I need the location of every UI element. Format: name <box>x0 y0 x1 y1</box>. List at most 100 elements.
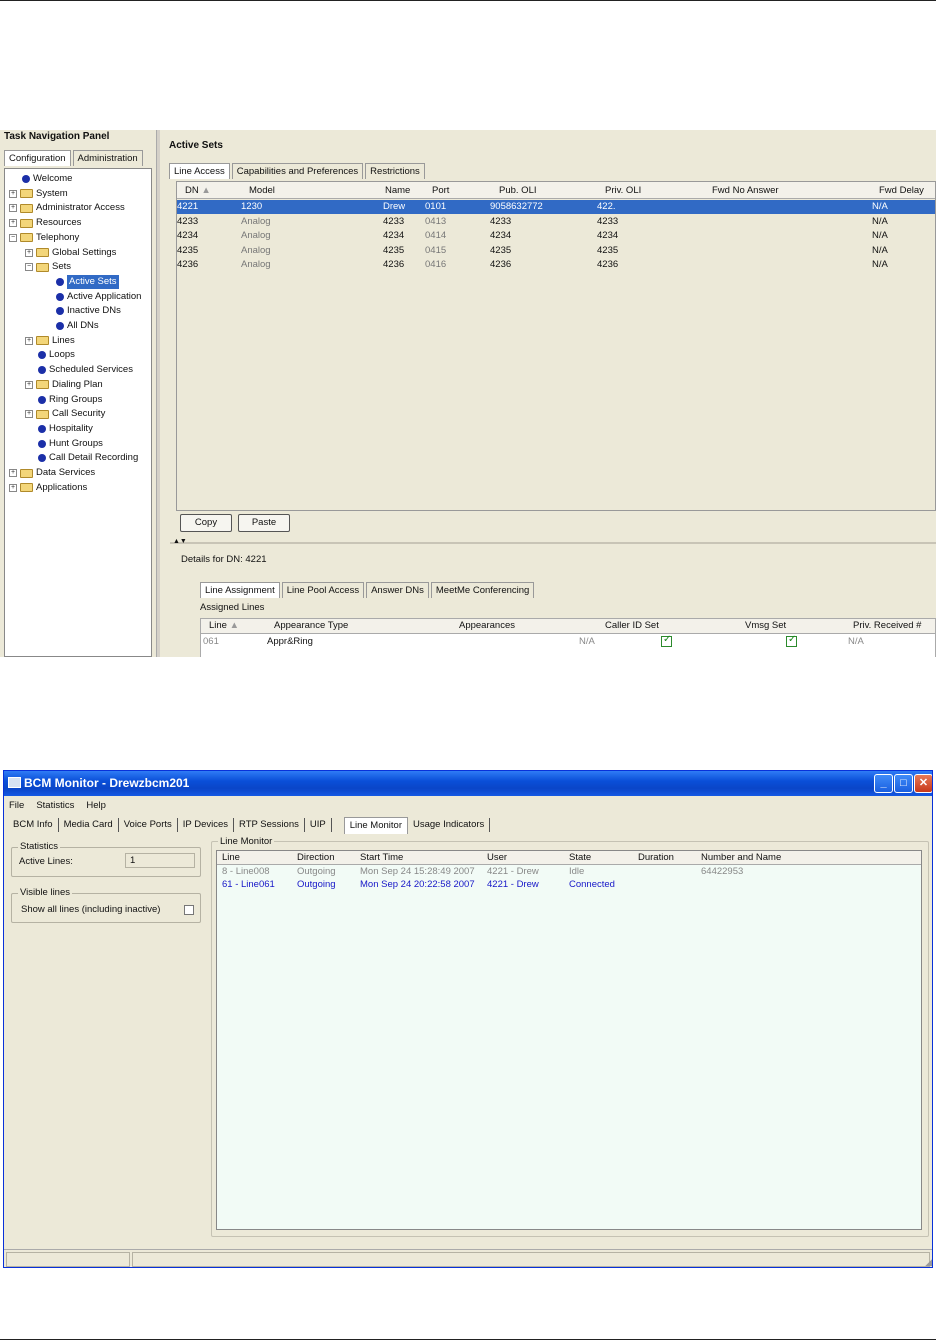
expand-icon[interactable]: + <box>25 380 33 389</box>
expand-icon[interactable]: + <box>9 204 17 213</box>
expand-icon[interactable]: + <box>9 483 17 492</box>
close-icon[interactable]: ✕ <box>914 774 932 793</box>
table-row[interactable]: 4221 1230 Drew 0101 9058632772 422. N/A <box>177 200 935 214</box>
column-header-state[interactable]: State <box>569 852 591 863</box>
tree-item[interactable]: Scheduled Services <box>38 363 133 377</box>
tree-item[interactable]: Ring Groups <box>38 393 102 407</box>
column-header-user[interactable]: User <box>487 852 507 863</box>
tab-uip[interactable]: UIP <box>305 818 332 832</box>
table-header: Line ▲ Appearance Type Appearances Calle… <box>201 619 935 634</box>
collapse-arrows-icon[interactable]: ▲▼ <box>173 538 187 545</box>
column-header-fwd-delay[interactable]: Fwd Delay <box>879 185 924 196</box>
collapse-icon[interactable]: − <box>25 263 33 272</box>
column-header-name[interactable]: Name <box>385 185 410 196</box>
column-header-caller-id-set[interactable]: Caller ID Set <box>605 620 659 631</box>
show-all-lines-checkbox[interactable] <box>184 905 194 915</box>
column-header-dn[interactable]: DN ▲ <box>185 185 211 196</box>
tree-item[interactable]: Hunt Groups <box>38 437 103 451</box>
paste-button[interactable]: Paste <box>238 514 290 532</box>
expand-icon[interactable]: + <box>25 410 33 419</box>
tab-restrictions[interactable]: Restrictions <box>365 163 425 179</box>
tree-item[interactable]: + Dialing Plan <box>25 378 103 392</box>
tab-line-assignment[interactable]: Line Assignment <box>200 582 280 598</box>
vmsg-set-checkbox[interactable] <box>786 634 797 647</box>
tab-bcm-info[interactable]: BCM Info <box>8 818 59 832</box>
tab-configuration[interactable]: Configuration <box>4 150 71 166</box>
table-row[interactable]: 4233 Analog 4233 0413 4233 4233 N/A <box>177 215 935 229</box>
tree-item[interactable]: Inactive DNs <box>56 304 121 318</box>
expand-icon[interactable]: + <box>9 469 17 477</box>
tab-media-card[interactable]: Media Card <box>59 818 119 832</box>
tree-item[interactable]: Call Detail Recording <box>38 451 138 465</box>
tab-capabilities-and-preferences[interactable]: Capabilities and Preferences <box>231 163 364 179</box>
tree-item-label: Inactive DNs <box>67 305 121 317</box>
expand-icon[interactable]: + <box>25 336 33 345</box>
tab-administration[interactable]: Administration <box>72 150 143 166</box>
tree-item[interactable]: Active Application <box>56 290 141 304</box>
tree-item[interactable]: + Resources <box>9 216 81 230</box>
table-row[interactable]: 8 - Line008 Outgoing Mon Sep 24 15:28:49… <box>217 866 921 879</box>
bcm-monitor-window: BCM Monitor - Drewzbcm201 _ □ ✕ File Sta… <box>3 770 933 1268</box>
tree-item[interactable]: + Lines <box>25 334 75 348</box>
expand-icon[interactable]: + <box>25 248 33 257</box>
tree-item[interactable]: Active Sets <box>56 274 119 289</box>
table-row[interactable]: 61 - Line061 Outgoing Mon Sep 24 20:22:5… <box>217 879 921 892</box>
caller-id-set-checkbox[interactable] <box>661 634 672 647</box>
column-header-line[interactable]: Line <box>222 852 240 863</box>
table-row[interactable]: 4235 Analog 4235 0415 4235 4235 N/A <box>177 244 935 258</box>
table-row[interactable]: 061 Appr&Ring N/A N/A <box>201 634 935 649</box>
tree-item[interactable]: + Administrator Access <box>9 201 125 215</box>
menu-file[interactable]: File <box>9 800 24 811</box>
expand-icon[interactable]: + <box>9 219 17 228</box>
tree-item[interactable]: + Global Settings <box>25 246 116 260</box>
tree-item[interactable]: All DNs <box>56 319 99 333</box>
tree-item-label: Lines <box>52 334 75 346</box>
cell-priv-oli: 4233 <box>597 215 619 227</box>
expand-icon[interactable]: + <box>9 189 17 198</box>
active-lines-value: 1 <box>125 853 195 868</box>
column-header-priv-oli[interactable]: Priv. OLI <box>605 185 641 196</box>
resize-grip-icon[interactable]: ◢ <box>925 1257 932 1267</box>
column-header-vmsg-set[interactable]: Vmsg Set <box>745 620 786 631</box>
menu-statistics[interactable]: Statistics <box>36 800 74 811</box>
tree-item[interactable]: Loops <box>38 348 75 362</box>
column-header-start-time[interactable]: Start Time <box>360 852 403 863</box>
minimize-icon[interactable]: _ <box>874 774 893 793</box>
column-header-direction[interactable]: Direction <box>297 852 335 863</box>
tab-rtp-sessions[interactable]: RTP Sessions <box>234 818 305 832</box>
menu-help[interactable]: Help <box>86 800 106 811</box>
tree-item[interactable]: − Telephony <box>9 231 79 245</box>
tab-meetme-conferencing[interactable]: MeetMe Conferencing <box>430 582 535 598</box>
tab-ip-devices[interactable]: IP Devices <box>178 818 235 832</box>
tree-item[interactable]: Hospitality <box>38 422 93 436</box>
tree-item[interactable]: + Call Security <box>25 407 105 421</box>
tree-item[interactable]: + System <box>9 187 68 201</box>
column-header-line[interactable]: Line ▲ <box>209 620 239 631</box>
tree-item[interactable]: − Sets <box>25 260 71 274</box>
column-header-pub-oli[interactable]: Pub. OLI <box>499 185 537 196</box>
title-bar[interactable]: BCM Monitor - Drewzbcm201 _ □ ✕ <box>4 771 932 796</box>
tab-usage-indicators[interactable]: Usage Indicators <box>408 818 491 832</box>
copy-button[interactable]: Copy <box>180 514 232 532</box>
tab-line-access[interactable]: Line Access <box>169 163 230 179</box>
column-header-appearances[interactable]: Appearances <box>459 620 515 631</box>
tab-line-monitor[interactable]: Line Monitor <box>343 816 408 834</box>
column-header-appearance-type[interactable]: Appearance Type <box>274 620 348 631</box>
column-header-port[interactable]: Port <box>432 185 449 196</box>
table-row[interactable]: 4234 Analog 4234 0414 4234 4234 N/A <box>177 229 935 243</box>
collapse-icon[interactable]: − <box>9 233 17 242</box>
column-header-priv-received[interactable]: Priv. Received # <box>853 620 921 631</box>
cell-pub-oli: 4234 <box>490 230 512 242</box>
table-row[interactable]: 4236 Analog 4236 0416 4236 4236 N/A <box>177 258 935 272</box>
tree-item[interactable]: Welcome <box>22 172 72 186</box>
tab-voice-ports[interactable]: Voice Ports <box>119 818 178 832</box>
tab-line-pool-access[interactable]: Line Pool Access <box>281 582 365 598</box>
column-header-model[interactable]: Model <box>249 185 275 196</box>
tab-answer-dns[interactable]: Answer DNs <box>366 582 429 598</box>
maximize-icon[interactable]: □ <box>894 774 913 793</box>
column-header-fwd-no-answer[interactable]: Fwd No Answer <box>712 185 779 196</box>
tree-item[interactable]: + Data Services <box>9 466 95 480</box>
column-header-duration[interactable]: Duration <box>638 852 674 863</box>
tree-item[interactable]: + Applications <box>9 481 87 495</box>
column-header-number-and-name[interactable]: Number and Name <box>701 852 781 863</box>
